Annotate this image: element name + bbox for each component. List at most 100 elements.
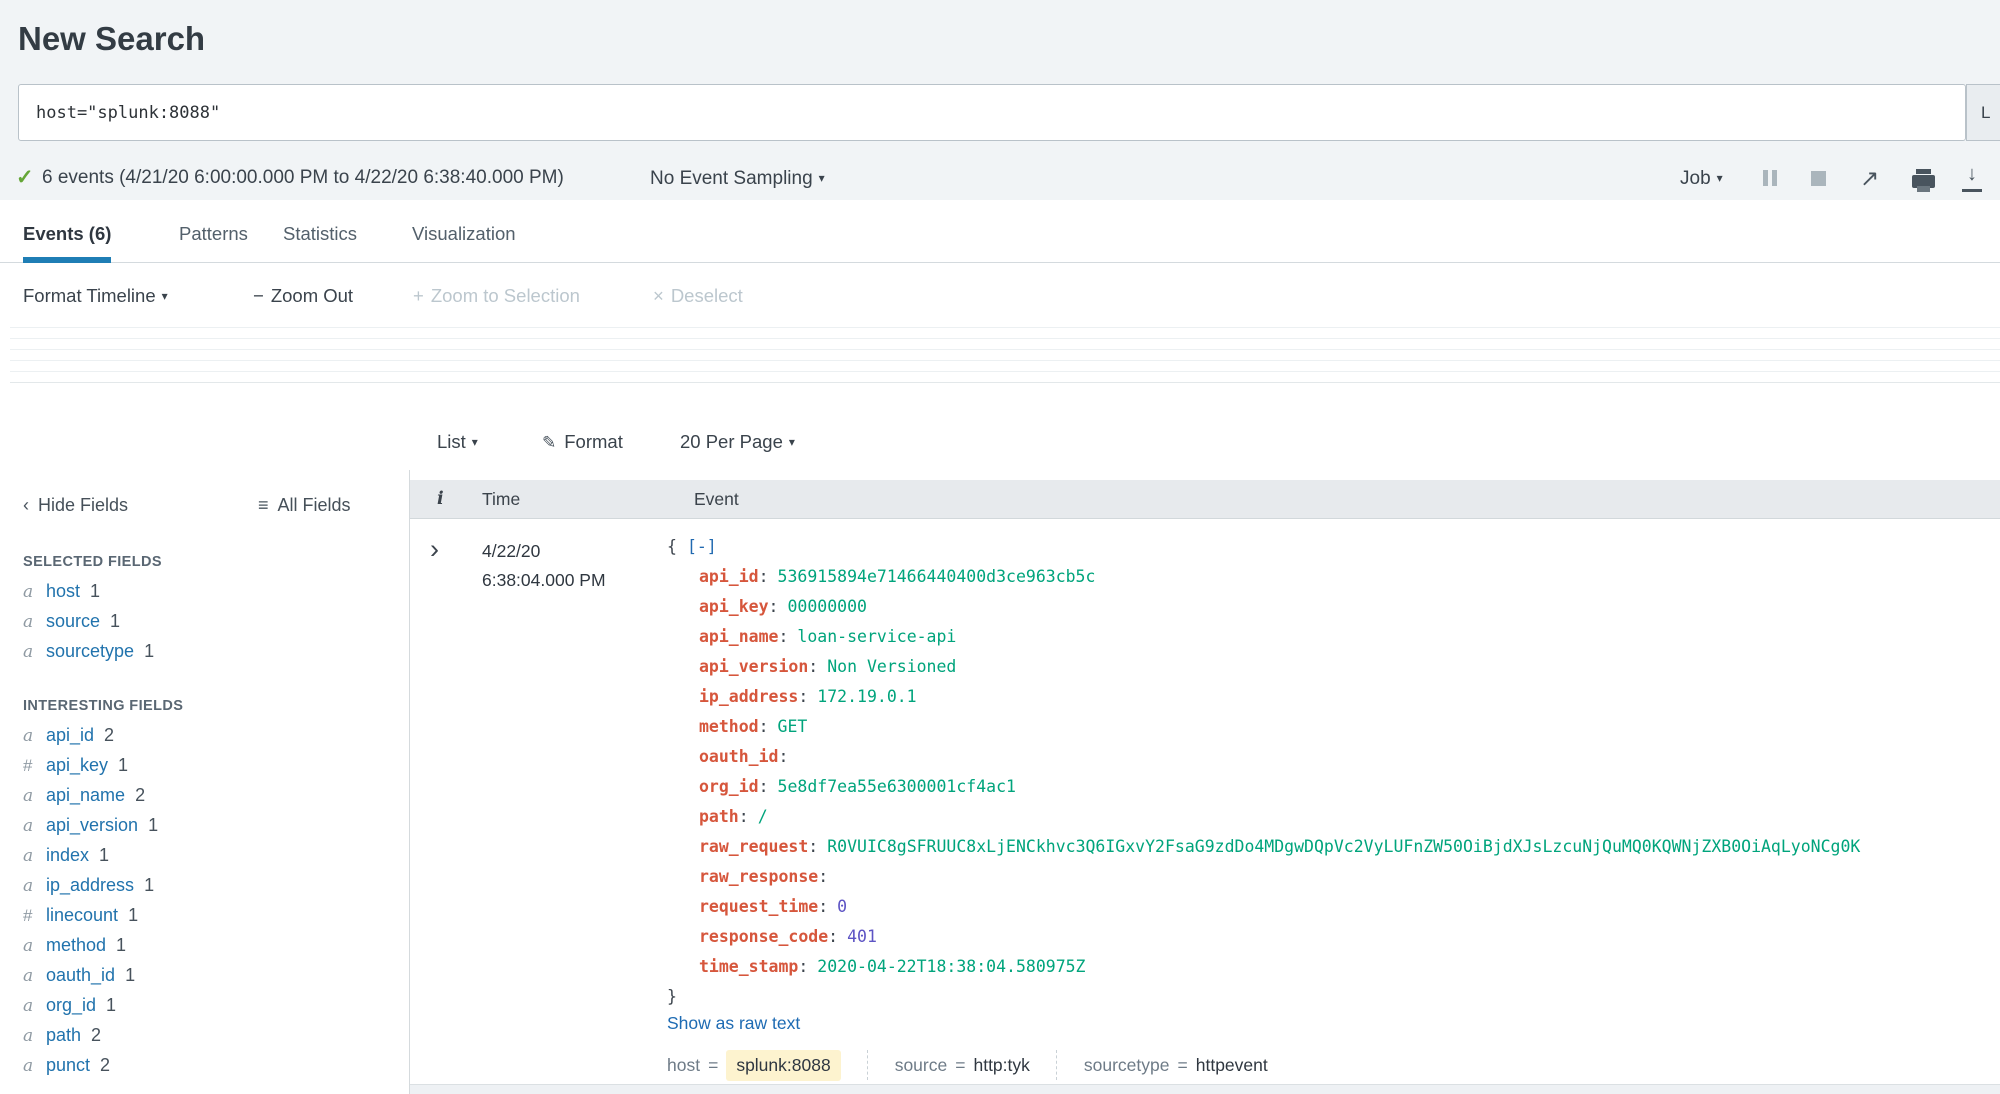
field-type-icon: a: [23, 816, 34, 836]
divider: [866, 1050, 869, 1080]
field-type-icon: a: [23, 846, 34, 866]
pause-icon[interactable]: [1763, 170, 1778, 186]
tab-statistics[interactable]: Statistics: [283, 200, 357, 263]
json-field-api_id: api_id: 536915894e71466440400d3ce963cb5c: [699, 567, 1096, 586]
event-timeline-chart[interactable]: [0, 310, 2000, 405]
json-close-line: }: [667, 987, 677, 1006]
caret-down-icon: ▾: [161, 289, 168, 303]
field-type-icon: #: [23, 906, 33, 925]
job-menu[interactable]: Job ▾: [1680, 160, 1723, 196]
field-path[interactable]: a path 2: [23, 1020, 158, 1050]
results-table-header: i Time Event: [410, 480, 2000, 519]
json-field-path: path: /: [699, 807, 768, 826]
show-as-raw-text-link[interactable]: Show as raw text: [667, 1013, 800, 1034]
pencil-icon: ✎: [542, 433, 557, 452]
field-org_id[interactable]: a org_id 1: [23, 990, 158, 1020]
expand-event-icon[interactable]: ›: [430, 534, 439, 564]
info-column-header: i: [437, 489, 444, 509]
timeline-gridline: [10, 360, 2000, 361]
json-field-method: method: GET: [699, 717, 808, 736]
timeline-gridline: [10, 327, 2000, 328]
collapse-json-button[interactable]: [-]: [687, 537, 717, 556]
per-page-menu[interactable]: 20 Per Page ▾: [680, 427, 795, 457]
sourcetype-value[interactable]: httpevent: [1196, 1055, 1268, 1076]
results-tabs: Events (6) Patterns Statistics Visualiza…: [0, 200, 2000, 263]
event-column-header: Event: [694, 489, 739, 509]
field-type-icon: a: [23, 786, 34, 806]
list-view-menu[interactable]: List ▾: [437, 427, 478, 457]
tab-events[interactable]: Events (6): [23, 200, 112, 263]
event-json: {[-] api_id: 536915894e71466440400d3ce963…: [667, 532, 1860, 1012]
field-type-icon: a: [23, 1026, 34, 1046]
host-value[interactable]: splunk:8088: [726, 1049, 841, 1081]
field-api_id[interactable]: a api_id 2: [23, 720, 158, 750]
source-value[interactable]: http:tyk: [973, 1055, 1029, 1076]
timeline-gridline: [10, 349, 2000, 350]
selected-fields-list: a host 1 a source 1 a sourcetype 1: [23, 576, 154, 666]
next-row-edge: [410, 1084, 2000, 1094]
interesting-fields-list: a api_id 2 # api_key 1 a api_name 2 a api_versi…: [23, 720, 158, 1080]
field-sourcetype[interactable]: a sourcetype 1: [23, 636, 154, 666]
field-oauth_id[interactable]: a oauth_id 1: [23, 960, 158, 990]
json-field-response_code: response_code: 401: [699, 927, 877, 946]
field-source[interactable]: a source 1: [23, 606, 154, 636]
zoom-out-button[interactable]: − Zoom Out: [253, 281, 353, 311]
event-timestamp: 4/22/20 6:38:04.000 PM: [482, 537, 606, 595]
time-range-label: L: [1981, 102, 1991, 122]
timeline-axis-line: [10, 382, 2000, 383]
field-punct[interactable]: a punct 2: [23, 1050, 158, 1080]
json-field-api_name: api_name: loan-service-api: [699, 627, 957, 646]
share-icon[interactable]: ↗: [1860, 161, 1879, 195]
field-api_key[interactable]: # api_key 1: [23, 750, 158, 780]
deselect-button[interactable]: × Deselect: [653, 281, 743, 311]
caret-down-icon: ▾: [818, 171, 825, 185]
result-summary: 6 events (4/21/20 6:00:00.000 PM to 4/22…: [42, 167, 564, 188]
selected-fields-heading: SELECTED FIELDS: [23, 554, 162, 570]
json-field-raw_response: raw_response:: [699, 867, 829, 886]
fields-sidebar: ‹ Hide Fields ≡ All Fields SELECTED FIELDS…: [0, 470, 410, 1094]
json-field-api_version: api_version: Non Versioned: [699, 657, 957, 676]
zoom-to-selection-button[interactable]: + Zoom to Selection: [413, 281, 580, 311]
caret-down-icon: ▾: [788, 435, 795, 449]
json-field-ip_address: ip_address: 172.19.0.1: [699, 687, 917, 706]
format-results-button[interactable]: ✎ Format: [542, 427, 623, 457]
tab-patterns[interactable]: Patterns: [179, 200, 248, 263]
field-host[interactable]: a host 1: [23, 576, 154, 606]
divider: [1055, 1050, 1058, 1080]
time-range-picker-button[interactable]: L: [1966, 84, 2000, 141]
field-type-icon: a: [23, 582, 34, 602]
field-index[interactable]: a index 1: [23, 840, 158, 870]
search-complete-check-icon: ✓: [16, 166, 34, 189]
timeline-gridline: [10, 371, 2000, 372]
event-date: 4/22/20: [482, 541, 541, 561]
interesting-fields-heading: INTERESTING FIELDS: [23, 698, 184, 714]
event-time: 6:38:04.000 PM: [482, 570, 606, 590]
host-label: host: [667, 1054, 701, 1075]
format-timeline-menu[interactable]: Format Timeline ▾: [23, 281, 168, 311]
close-icon: ×: [653, 285, 664, 306]
field-ip_address[interactable]: a ip_address 1: [23, 870, 158, 900]
page-title: New Search: [18, 20, 206, 57]
event-row: › 4/22/20 6:38:04.000 PM {[-] api_id: 536…: [410, 519, 2000, 1085]
field-type-icon: a: [23, 642, 34, 662]
print-icon[interactable]: [1912, 169, 1935, 192]
field-api_name[interactable]: a api_name 2: [23, 780, 158, 810]
hide-fields-button[interactable]: ‹ Hide Fields: [23, 490, 128, 520]
field-api_version[interactable]: a api_version 1: [23, 810, 158, 840]
time-column-header: Time: [482, 489, 521, 509]
export-icon[interactable]: ↓: [1962, 159, 1982, 192]
splunk-search-page: New Search L ✓ 6 events (4/21/20 6:00:00…: [0, 0, 2000, 1094]
sourcetype-label: sourcetype: [1083, 1054, 1170, 1075]
field-type-icon: a: [23, 1056, 34, 1076]
all-fields-button[interactable]: ≡ All Fields: [258, 490, 351, 520]
event-sampling-menu[interactable]: No Event Sampling ▾: [650, 160, 825, 196]
field-method[interactable]: a method 1: [23, 930, 158, 960]
search-input[interactable]: [19, 85, 1965, 140]
json-field-api_key: api_key: 00000000: [699, 597, 867, 616]
field-type-icon: a: [23, 996, 34, 1016]
tab-visualization[interactable]: Visualization: [412, 200, 516, 263]
field-type-icon: #: [23, 756, 33, 775]
stop-icon[interactable]: [1811, 171, 1826, 186]
json-field-org_id: org_id: 5e8df7ea55e6300001cf4ac1: [699, 777, 1016, 796]
field-linecount[interactable]: # linecount 1: [23, 900, 158, 930]
